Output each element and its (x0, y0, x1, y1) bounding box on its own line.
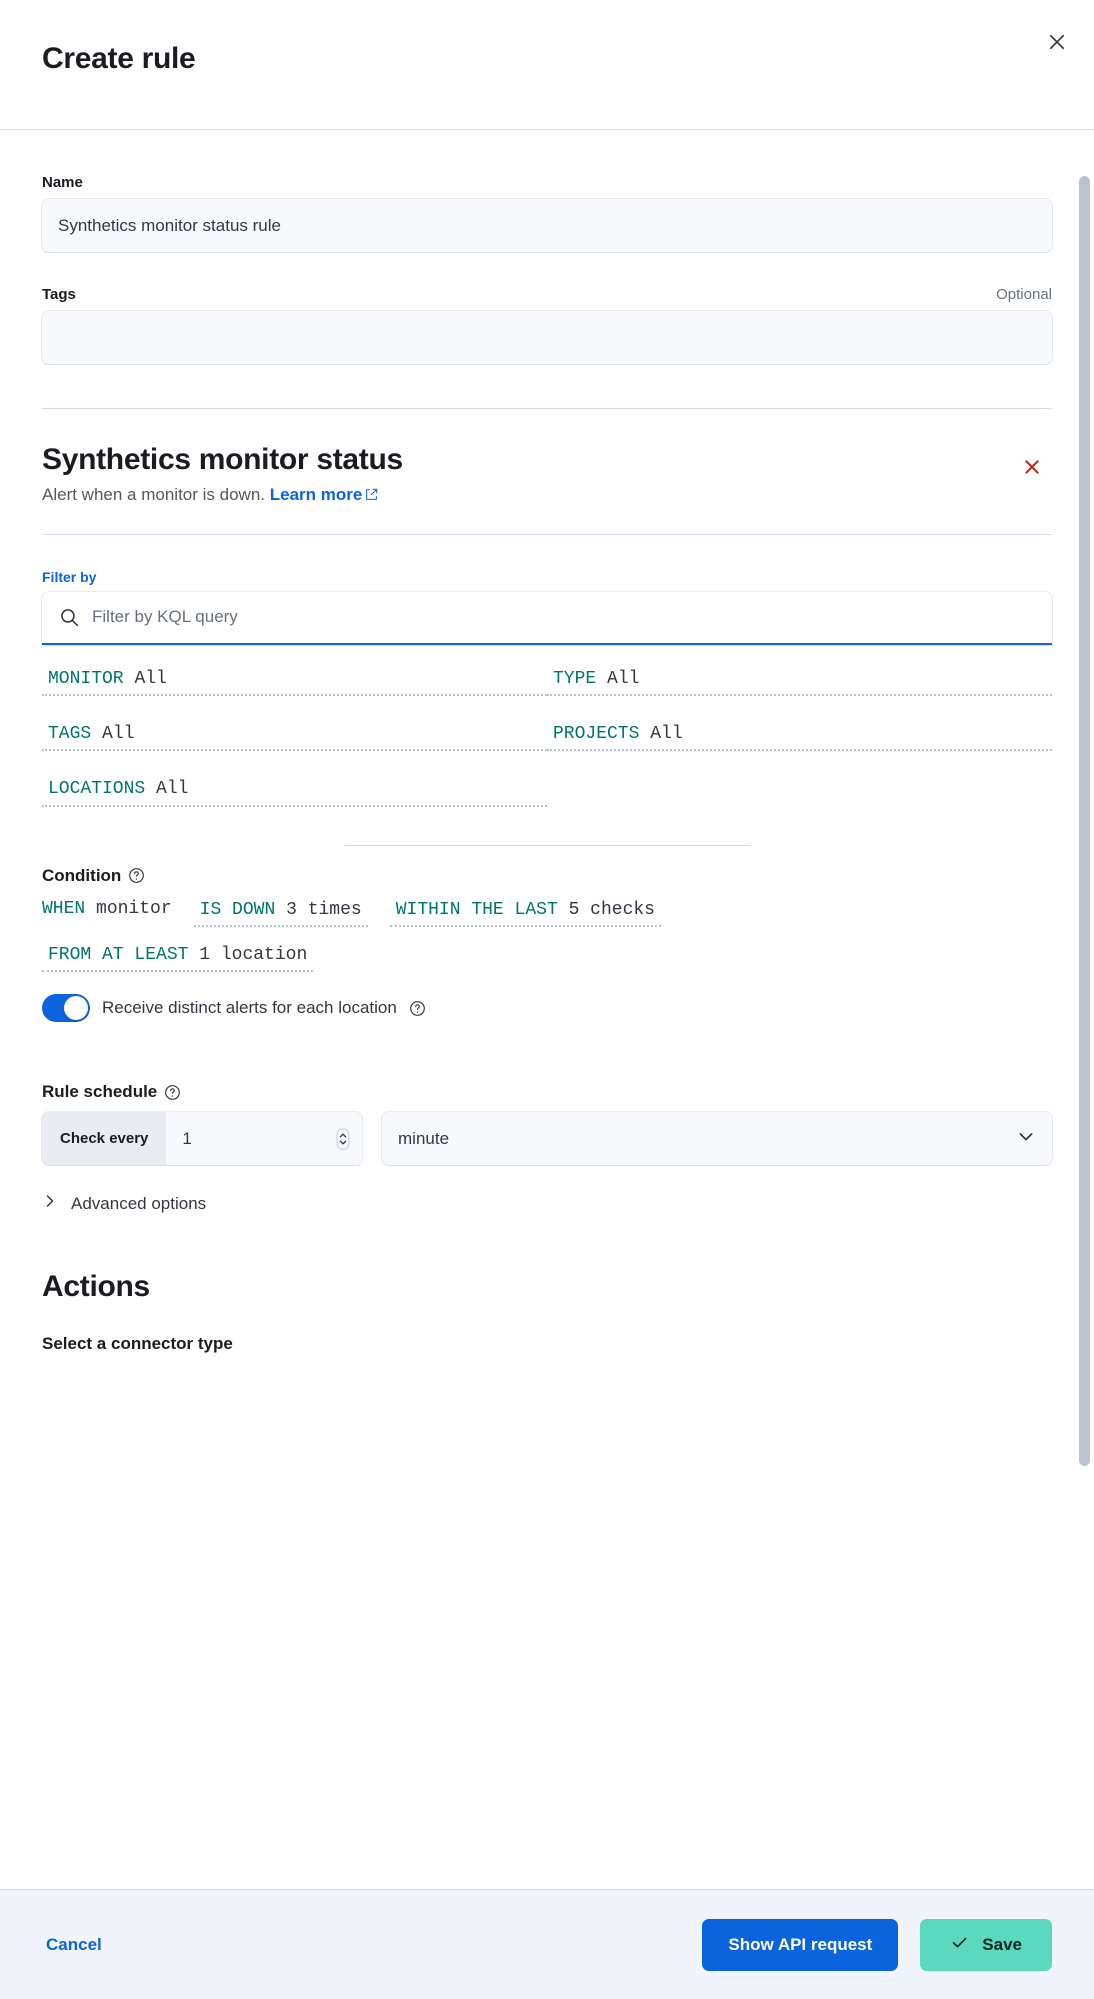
distinct-alerts-toggle[interactable] (42, 994, 90, 1023)
check-every-label: Check every (42, 1112, 167, 1166)
kql-query-input[interactable] (92, 607, 1052, 627)
actions-title: Actions (42, 1270, 150, 1304)
flyout-header: Create rule (0, 0, 1094, 130)
rule-schedule-label-row: Rule schedule (42, 1082, 1052, 1102)
interval-input-wrap (166, 1112, 362, 1166)
advanced-options-label: Advanced options (71, 1193, 207, 1213)
tags-field-group: Tags Optional (42, 286, 1052, 364)
condition-expressions: WHEN monitor IS DOWN 3 times WITHIN THE … (42, 898, 1052, 973)
footer-actions: Show API request Save (702, 1918, 1052, 1971)
rule-type-description-text: Alert when a monitor is down. (42, 484, 265, 504)
advanced-options-toggle[interactable]: Advanced options (42, 1193, 1052, 1214)
name-input[interactable] (42, 199, 1052, 252)
chevron-right-icon (42, 1193, 58, 1214)
rule-type-header: Synthetics monitor status Alert when a m… (42, 443, 1052, 506)
filter-chip-projects[interactable]: PROJECTS All (547, 722, 1052, 752)
question-in-circle-icon[interactable] (409, 1000, 426, 1017)
filter-by-label: Filter by (42, 568, 97, 585)
question-in-circle-icon[interactable] (164, 1084, 181, 1101)
interval-unit-value: minute (398, 1128, 450, 1148)
kql-query-bar[interactable] (42, 591, 1052, 645)
filter-chip-locations[interactable]: LOCATIONS All (42, 777, 547, 807)
chevron-down-icon (1016, 1126, 1036, 1151)
rule-type-description: Alert when a monitor is down. Learn more (42, 485, 403, 506)
search-icon (59, 607, 80, 628)
tags-input[interactable] (42, 311, 1052, 364)
scrollbar[interactable] (1079, 136, 1090, 1889)
question-in-circle-icon[interactable] (128, 867, 145, 884)
save-button-label: Save (982, 1934, 1022, 1954)
close-icon (1047, 32, 1067, 52)
rule-type-title: Synthetics monitor status (42, 443, 403, 476)
interval-unit-select[interactable]: minute (382, 1112, 1052, 1166)
check-icon (950, 1933, 969, 1957)
check-every-group: Check every (42, 1112, 362, 1166)
condition-line-1: WHEN monitor IS DOWN 3 times WITHIN THE … (42, 898, 1052, 928)
distinct-alerts-row: Receive distinct alerts for each locatio… (42, 994, 1052, 1023)
schedule-controls: Check every minute (42, 1112, 1052, 1166)
rule-schedule-block: Rule schedule Check every 1 minute (42, 1082, 1052, 1166)
flyout-footer: Cancel Show API request Save (0, 1889, 1094, 1999)
tags-label: Tags (42, 286, 76, 303)
save-button[interactable]: Save (920, 1918, 1052, 1971)
condition-label: Condition (42, 865, 122, 885)
tags-optional-label: Optional (996, 286, 1052, 303)
create-rule-flyout: Create rule Name Tags Option (0, 0, 1094, 1999)
page-title: Create rule (42, 42, 196, 75)
toggle-knob (64, 996, 88, 1021)
filter-chips-grid: MONITOR All TYPE All TAGS All PROJECTS A… (42, 667, 1052, 807)
filter-chip-type[interactable]: TYPE All (547, 667, 1052, 696)
cancel-button[interactable]: Cancel (42, 1927, 106, 1963)
delete-rule-type-button[interactable] (1016, 451, 1048, 486)
cross-icon (1022, 460, 1042, 480)
name-label: Name (42, 174, 83, 191)
condition-window-expression[interactable]: WITHIN THE LAST 5 checks (389, 898, 661, 928)
scrollbar-thumb[interactable] (1079, 176, 1090, 1466)
select-connector-type-title: Select a connector type (42, 1334, 233, 1354)
flyout-body: Name Tags Optional Synthetics monitor st… (0, 130, 1094, 1889)
external-link-icon (365, 486, 378, 505)
close-flyout-button[interactable] (1037, 22, 1077, 62)
condition-when-static: WHEN monitor (42, 898, 172, 919)
rule-schedule-label: Rule schedule (42, 1082, 158, 1102)
condition-label-row: Condition (42, 866, 1052, 886)
filter-chip-tags[interactable]: TAGS All (42, 722, 547, 752)
show-api-request-button[interactable]: Show API request (702, 1918, 899, 1971)
stepper-arrows-icon[interactable] (336, 1128, 350, 1150)
condition-locations-expression[interactable]: FROM AT LEAST 1 location (42, 943, 314, 973)
filter-chip-monitor[interactable]: MONITOR All (42, 667, 547, 696)
condition-line-2: FROM AT LEAST 1 location (42, 943, 1052, 973)
condition-status-expression[interactable]: IS DOWN 3 times (193, 898, 368, 928)
name-field-group: Name (42, 174, 1052, 252)
interval-input[interactable] (166, 1112, 362, 1166)
distinct-alerts-label: Receive distinct alerts for each locatio… (102, 998, 397, 1018)
learn-more-link[interactable]: Learn more (270, 485, 379, 504)
